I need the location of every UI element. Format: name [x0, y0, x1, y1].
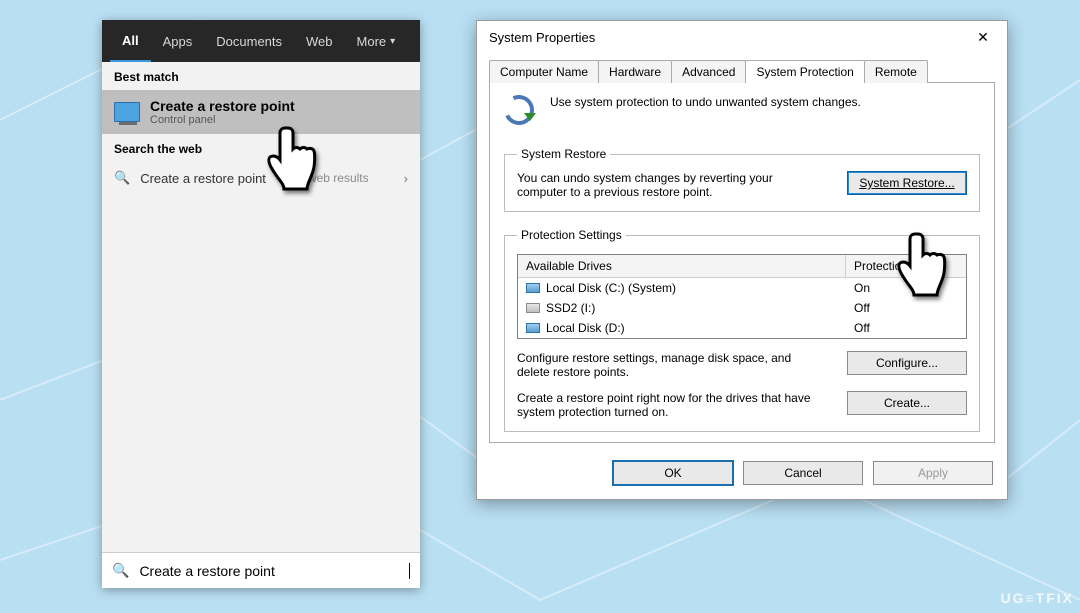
- search-web-header: Search the web: [102, 134, 420, 162]
- search-input[interactable]: [137, 562, 401, 580]
- drive-icon: [526, 283, 540, 293]
- dialog-tabstrip: Computer Name Hardware Advanced System P…: [477, 53, 1007, 82]
- dialog-button-row: OK Cancel Apply: [477, 453, 1007, 499]
- search-web-text: Create a restore point: [140, 171, 266, 186]
- drive-list[interactable]: Available Drives Protection Local Disk (…: [517, 254, 967, 339]
- protection-settings-group: Protection Settings Available Drives Pro…: [504, 228, 980, 432]
- close-icon: ✕: [977, 29, 989, 46]
- col-available-drives: Available Drives: [518, 255, 846, 278]
- col-protection: Protection: [846, 255, 966, 278]
- system-restore-group: System Restore You can undo system chang…: [504, 147, 980, 212]
- text-caret: [409, 563, 410, 579]
- drive-row[interactable]: Local Disk (C:) (System) On: [518, 278, 966, 298]
- drive-list-header: Available Drives Protection: [518, 255, 966, 278]
- system-properties-dialog: System Properties ✕ Computer Name Hardwa…: [476, 20, 1008, 500]
- system-restore-text: You can undo system changes by reverting…: [517, 171, 797, 199]
- drive-protection: Off: [846, 318, 966, 338]
- tab-advanced[interactable]: Advanced: [671, 60, 746, 83]
- restore-point-icon: [114, 102, 140, 122]
- tab-hardware[interactable]: Hardware: [598, 60, 672, 83]
- system-protection-icon: [504, 95, 540, 131]
- dialog-title: System Properties: [489, 30, 595, 45]
- titlebar: System Properties ✕: [477, 21, 1007, 53]
- drive-icon: [526, 323, 540, 333]
- drive-name: Local Disk (C:) (System): [546, 281, 676, 295]
- best-match-item[interactable]: Create a restore point Control panel: [102, 90, 420, 134]
- drive-protection: Off: [846, 298, 966, 318]
- search-input-row: 🔍: [102, 552, 420, 588]
- system-restore-legend: System Restore: [517, 147, 610, 161]
- search-tab-web[interactable]: Web: [294, 20, 345, 62]
- watermark: UG≡TFIX: [1001, 590, 1075, 606]
- search-tab-more-label: More: [357, 34, 387, 49]
- system-restore-button[interactable]: System Restore...: [847, 171, 967, 195]
- search-tab-all[interactable]: All: [110, 20, 151, 62]
- search-tab-documents[interactable]: Documents: [204, 20, 294, 62]
- tab-panel: Use system protection to undo unwanted s…: [489, 82, 995, 443]
- tab-remote[interactable]: Remote: [864, 60, 928, 83]
- search-tab-more[interactable]: More ▾: [345, 20, 408, 62]
- configure-button[interactable]: Configure...: [847, 351, 967, 375]
- close-button[interactable]: ✕: [963, 23, 1003, 51]
- search-tabstrip: All Apps Documents Web More ▾: [102, 20, 420, 62]
- search-icon: 🔍: [114, 170, 130, 186]
- intro-row: Use system protection to undo unwanted s…: [504, 95, 980, 131]
- search-web-hint: - See web results: [276, 171, 369, 185]
- start-search-panel: All Apps Documents Web More ▾ Best match…: [102, 20, 420, 588]
- search-web-item[interactable]: 🔍 Create a restore point - See web resul…: [102, 162, 420, 194]
- best-match-title: Create a restore point: [150, 98, 295, 114]
- ok-button[interactable]: OK: [613, 461, 733, 485]
- create-button[interactable]: Create...: [847, 391, 967, 415]
- tab-computer-name[interactable]: Computer Name: [489, 60, 599, 83]
- search-icon: 🔍: [112, 562, 129, 579]
- drive-name: Local Disk (D:): [546, 321, 625, 335]
- best-match-subtitle: Control panel: [150, 114, 295, 126]
- cancel-button[interactable]: Cancel: [743, 461, 863, 485]
- intro-text: Use system protection to undo unwanted s…: [550, 95, 861, 109]
- drive-row[interactable]: SSD2 (I:) Off: [518, 298, 966, 318]
- tab-system-protection[interactable]: System Protection: [745, 60, 864, 83]
- create-text: Create a restore point right now for the…: [517, 391, 817, 419]
- chevron-down-icon: ▾: [390, 36, 395, 47]
- best-match-header: Best match: [102, 62, 420, 90]
- search-empty-area: [102, 194, 420, 552]
- search-tab-apps[interactable]: Apps: [151, 20, 205, 62]
- apply-button: Apply: [873, 461, 993, 485]
- drive-row[interactable]: Local Disk (D:) Off: [518, 318, 966, 338]
- drive-name: SSD2 (I:): [546, 301, 595, 315]
- protection-settings-legend: Protection Settings: [517, 228, 626, 242]
- configure-text: Configure restore settings, manage disk …: [517, 351, 817, 379]
- chevron-right-icon: ›: [404, 171, 408, 186]
- drive-icon: [526, 303, 540, 313]
- drive-protection: On: [846, 278, 966, 298]
